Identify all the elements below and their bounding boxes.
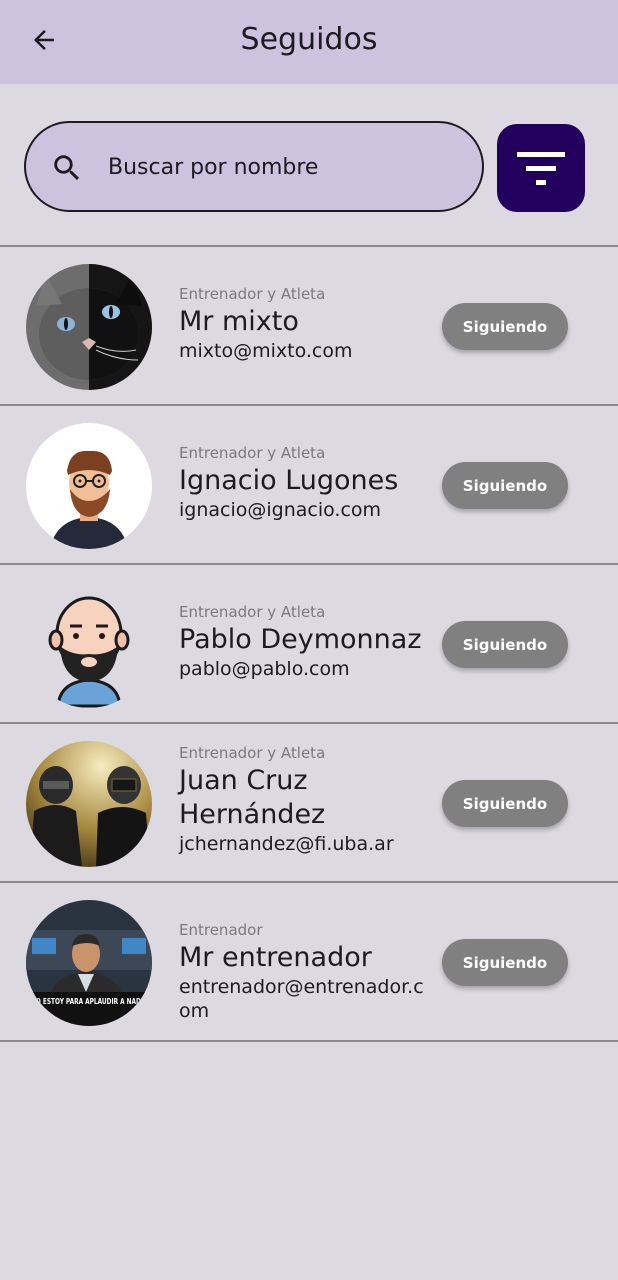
avatar [26,423,152,549]
user-role: Entrenador y Atleta [179,603,326,621]
user-email: entrenador@entrenador.com [179,976,424,1022]
user-email: mixto@mixto.com [179,340,353,362]
search-placeholder: Buscar por nombre [108,155,319,180]
user-info: Entrenador y Atleta Ignacio Lugones igna… [179,442,424,522]
user-role: Entrenador [179,921,263,939]
following-button[interactable]: Siguiendo [442,780,568,827]
avatar [26,264,152,390]
following-button[interactable]: Siguiendo [442,939,568,986]
user-info: Entrenador y Atleta Mr mixto mixto@mixto… [179,283,424,363]
list-item[interactable]: Entrenador y Atleta Juan Cruz Hernández … [0,724,618,883]
search-input[interactable]: Buscar por nombre [24,121,484,212]
user-email: pablo@pablo.com [179,658,350,680]
following-button[interactable]: Siguiendo [442,621,568,668]
avatar: "NO ESTOY PARA APLAUDIR A NADIE" [26,900,152,1026]
app-bar: Seguidos [0,0,618,84]
list-item[interactable]: Entrenador y Atleta Ignacio Lugones igna… [0,406,618,565]
user-role: Entrenador y Atleta [179,285,326,303]
list-item[interactable]: Entrenador y Atleta Pablo Deymonnaz pabl… [0,565,618,724]
user-info: Entrenador Mr entrenador entrenador@entr… [179,919,424,1023]
user-name: Pablo Deymonnaz [179,624,422,655]
avatar [26,582,152,708]
following-button[interactable]: Siguiendo [442,303,568,350]
following-button[interactable]: Siguiendo [442,462,568,509]
user-email: jchernandez@fi.uba.ar [179,833,394,855]
avatar [26,741,152,867]
page-title: Seguidos [240,22,378,57]
avatar-caption: "NO ESTOY PARA APLAUDIR A NADIE" [28,997,150,1006]
user-info: Entrenador y Atleta Juan Cruz Hernández … [179,742,424,856]
filter-button[interactable] [497,124,585,212]
filter-icon [517,152,565,185]
user-name: Mr entrenador [179,942,372,973]
user-role: Entrenador y Atleta [179,444,326,462]
user-name: Ignacio Lugones [179,465,399,496]
user-name: Mr mixto [179,306,299,337]
search-icon [54,155,80,181]
user-email: ignacio@ignacio.com [179,499,382,521]
list-item[interactable]: "NO ESTOY PARA APLAUDIR A NADIE" Entrena… [0,883,618,1042]
followed-users-list: Entrenador y Atleta Mr mixto mixto@mixto… [0,245,618,1042]
user-role: Entrenador y Atleta [179,744,326,762]
user-info: Entrenador y Atleta Pablo Deymonnaz pabl… [179,601,424,681]
user-name: Juan Cruz Hernández [179,765,326,830]
list-item[interactable]: Entrenador y Atleta Mr mixto mixto@mixto… [0,247,618,406]
